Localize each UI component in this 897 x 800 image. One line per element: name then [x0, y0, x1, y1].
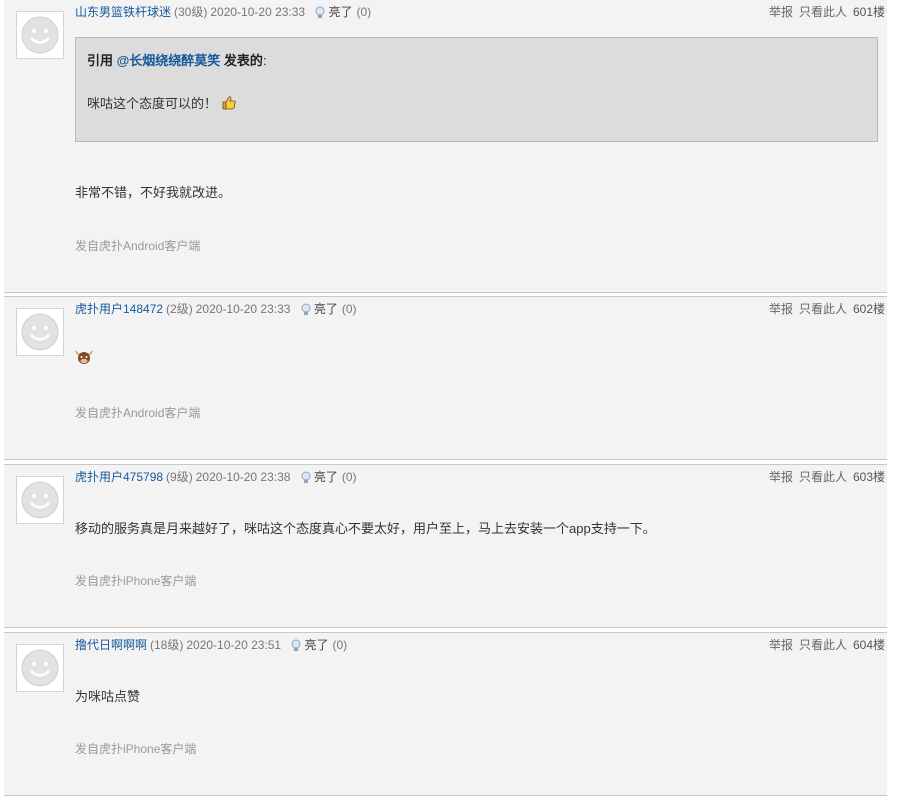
- report-link[interactable]: 举报: [769, 470, 793, 484]
- only-author-link[interactable]: 只看此人: [799, 5, 847, 19]
- post-content: 移动的服务真是月来越好了，咪咕这个态度真心不要太好，用户至上，马上去安装一个ap…: [75, 521, 656, 536]
- post-time: 2020-10-20 23:51: [186, 638, 282, 652]
- quoted-user-link[interactable]: @长烟绕绕醉莫笑: [117, 53, 221, 68]
- post-time: 2020-10-20 23:38: [195, 470, 291, 484]
- avatar[interactable]: [16, 476, 64, 524]
- user-level: (2级): [166, 302, 193, 316]
- bull-emoji-icon: [75, 350, 93, 364]
- post-time: 2020-10-20 23:33: [195, 302, 291, 316]
- username-link[interactable]: 虎扑用户148472: [75, 302, 163, 316]
- default-avatar-icon: [21, 481, 59, 519]
- quote-colon: :: [262, 53, 267, 68]
- quote-prefix: 引用: [87, 53, 117, 68]
- light-count: (0): [332, 638, 348, 652]
- device-source: 发自虎扑Android客户端: [75, 239, 201, 253]
- post-604: 撸代日啊啊啊 (18级) 2020-10-20 23:51 亮了 (0) 举报 只看此人…: [4, 632, 887, 796]
- quote-body: 咪咕这个态度可以的！: [87, 96, 218, 111]
- username-link[interactable]: 虎扑用户475798: [75, 470, 163, 484]
- quote-text: 咪咕这个态度可以的！: [87, 93, 237, 112]
- light-button[interactable]: 亮了: [314, 302, 338, 316]
- avatar[interactable]: [16, 11, 64, 59]
- report-link[interactable]: 举报: [769, 5, 793, 19]
- lightbulb-icon[interactable]: [290, 639, 302, 652]
- quote-header: 引用 @长烟绕绕醉莫笑 发表的:: [87, 50, 267, 69]
- default-avatar-icon: [21, 16, 59, 54]
- lightbulb-icon[interactable]: [300, 471, 312, 484]
- username-link[interactable]: 撸代日啊啊啊: [75, 638, 147, 652]
- avatar[interactable]: [16, 644, 64, 692]
- light-count: (0): [341, 302, 357, 316]
- username-link[interactable]: 山东男篮铁杆球迷: [75, 5, 171, 19]
- post-content: [75, 349, 93, 368]
- post-actions: 举报 只看此人 601楼: [763, 3, 885, 21]
- light-button[interactable]: 亮了: [328, 5, 352, 19]
- post-content: 非常不错，不好我就改进。: [75, 185, 232, 200]
- post-meta: 虎扑用户475798 (9级) 2020-10-20 23:38 亮了 (0): [75, 468, 357, 486]
- post-time: 2020-10-20 23:33: [210, 5, 306, 19]
- thumbs-up-icon: [222, 96, 236, 110]
- floor-number: 603楼: [852, 470, 885, 484]
- floor-number: 604楼: [852, 638, 885, 652]
- light-count: (0): [356, 5, 372, 19]
- post-meta: 虎扑用户148472 (2级) 2020-10-20 23:33 亮了 (0): [75, 300, 357, 318]
- default-avatar-icon: [21, 649, 59, 687]
- light-count: (0): [341, 470, 357, 484]
- user-level: (18级): [150, 638, 184, 652]
- only-author-link[interactable]: 只看此人: [799, 302, 847, 316]
- avatar[interactable]: [16, 308, 64, 356]
- post-actions: 举报 只看此人 604楼: [763, 636, 885, 654]
- report-link[interactable]: 举报: [769, 302, 793, 316]
- default-avatar-icon: [21, 313, 59, 351]
- post-602: 虎扑用户148472 (2级) 2020-10-20 23:33 亮了 (0) 举报只…: [4, 296, 887, 460]
- post-meta: 撸代日啊啊啊 (18级) 2020-10-20 23:51 亮了 (0): [75, 636, 347, 654]
- light-button[interactable]: 亮了: [314, 470, 338, 484]
- user-level: (9级): [166, 470, 193, 484]
- post-603: 虎扑用户475798 (9级) 2020-10-20 23:38 亮了 (0) 举报只…: [4, 464, 887, 628]
- device-source: 发自虎扑iPhone客户端: [75, 742, 197, 756]
- report-link[interactable]: 举报: [769, 638, 793, 652]
- only-author-link[interactable]: 只看此人: [799, 638, 847, 652]
- device-source: 发自虎扑iPhone客户端: [75, 574, 197, 588]
- light-button[interactable]: 亮了: [304, 638, 328, 652]
- floor-number: 602楼: [852, 302, 885, 316]
- lightbulb-icon[interactable]: [300, 303, 312, 316]
- lightbulb-icon[interactable]: [314, 6, 326, 19]
- device-source: 发自虎扑Android客户端: [75, 406, 201, 420]
- quote-suffix: 发表的: [220, 53, 263, 68]
- only-author-link[interactable]: 只看此人: [799, 470, 847, 484]
- floor-number: 601楼: [852, 5, 885, 19]
- post-601: 山东男篮铁杆球迷 (30级) 2020-10-20 23:33 亮了 (0) 举报 只看…: [4, 0, 887, 293]
- user-level: (30级): [174, 5, 208, 19]
- quote-block: 引用 @长烟绕绕醉莫笑 发表的: 咪咕这个态度可以的！: [75, 37, 878, 142]
- post-actions: 举报 只看此人 602楼: [763, 300, 885, 318]
- post-actions: 举报 只看此人 603楼: [763, 468, 885, 486]
- post-meta: 山东男篮铁杆球迷 (30级) 2020-10-20 23:33 亮了 (0): [75, 3, 371, 21]
- post-content: 为咪咕点赞: [75, 689, 141, 704]
